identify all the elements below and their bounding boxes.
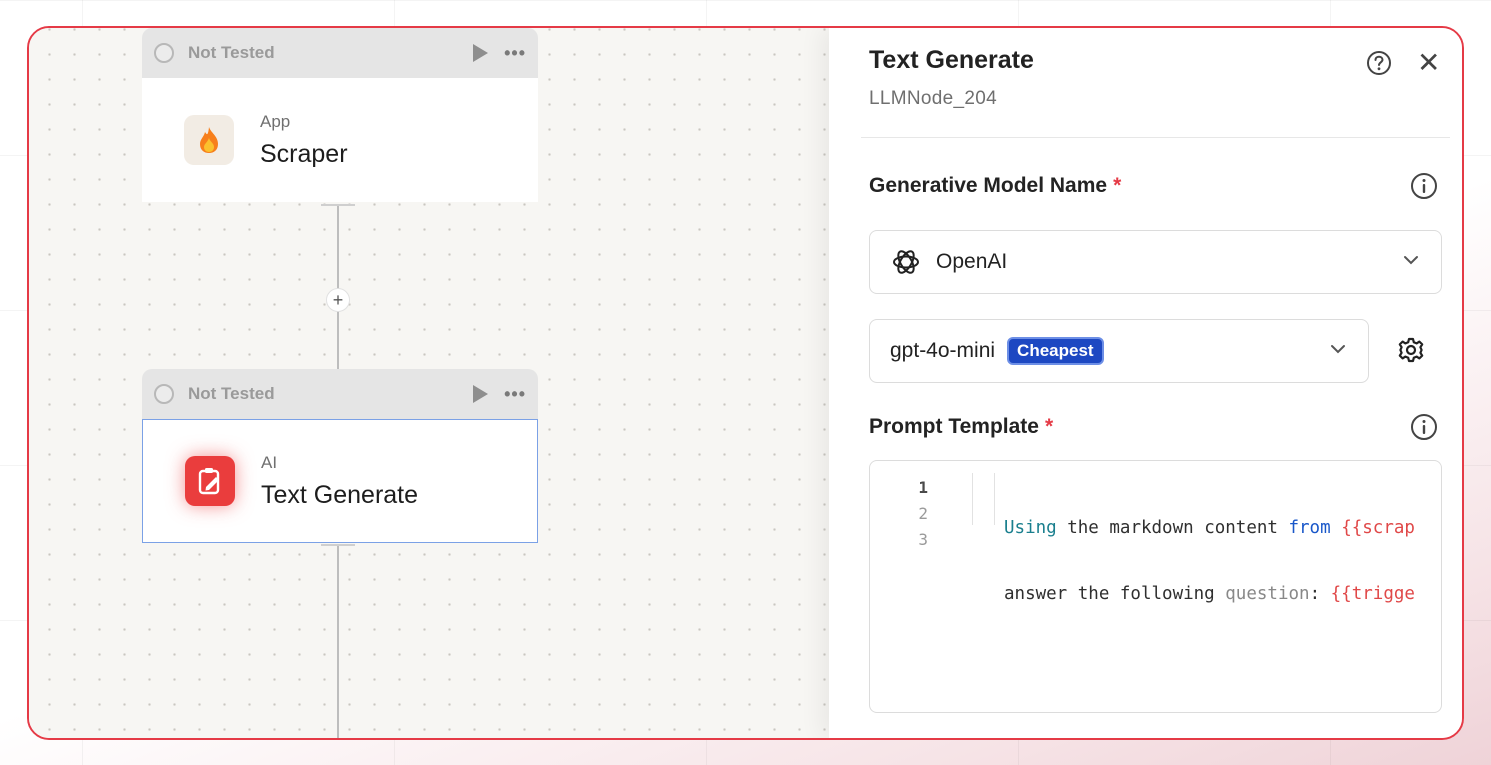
- code-token: from: [1288, 518, 1331, 538]
- add-step-button[interactable]: +: [326, 288, 350, 312]
- chevron-down-icon: [1401, 250, 1421, 275]
- close-icon[interactable]: ✕: [1417, 49, 1440, 77]
- node-kind: AI: [261, 452, 278, 472]
- more-options-icon[interactable]: •••: [504, 384, 526, 405]
- play-icon[interactable]: [473, 385, 489, 403]
- code-line: Using the markdown content from {{scrap: [1004, 515, 1415, 541]
- model-value: gpt-4o-mini: [890, 339, 996, 362]
- node-status: Not Tested: [188, 384, 275, 403]
- required-mark: *: [1044, 415, 1054, 438]
- code-token: the markdown content: [1056, 518, 1289, 538]
- model-name-label-text: Generative Model Name: [869, 174, 1108, 197]
- line-number: 2: [918, 504, 928, 523]
- openai-icon: [890, 246, 922, 278]
- prompt-template-label: Prompt Template *: [869, 415, 1053, 439]
- info-icon[interactable]: [1410, 413, 1438, 446]
- status-circle-icon[interactable]: [154, 43, 174, 63]
- cheapest-badge: Cheapest: [1007, 337, 1104, 365]
- line-number: 3: [918, 530, 928, 549]
- code-token: Using: [1004, 518, 1057, 538]
- connector-line: [337, 204, 339, 370]
- info-icon[interactable]: [1410, 172, 1438, 205]
- required-mark: *: [1113, 174, 1122, 197]
- workflow-editor: + Not Tested ••• App Scraper Not Tested …: [27, 26, 1464, 740]
- chevron-down-icon: [1328, 339, 1348, 364]
- play-icon[interactable]: [473, 44, 489, 62]
- more-options-icon[interactable]: •••: [504, 43, 526, 64]
- gutter-divider: [994, 473, 995, 525]
- line-number-gutter: 1 2 3: [870, 475, 970, 553]
- node-card-scraper[interactable]: App Scraper: [142, 78, 538, 202]
- status-circle-icon[interactable]: [154, 384, 174, 404]
- connector-tick: [321, 544, 355, 546]
- prompt-code[interactable]: Using the markdown content from {{scrap …: [1004, 475, 1415, 647]
- code-token: :: [1309, 584, 1331, 604]
- node-settings-panel: Text Generate LLMNode_204 ✕ Generative M…: [829, 28, 1462, 738]
- model-name-label: Generative Model Name *: [869, 174, 1121, 198]
- node-title: Scraper: [260, 139, 348, 168]
- divider: [861, 137, 1450, 138]
- line-number: 1: [918, 478, 928, 497]
- model-select[interactable]: gpt-4o-mini Cheapest: [869, 319, 1369, 383]
- node-header-text-generate: Not Tested •••: [142, 369, 538, 419]
- fire-icon: [184, 115, 234, 165]
- panel-title: Text Generate: [869, 46, 1034, 74]
- node-header-scraper: Not Tested •••: [142, 28, 538, 78]
- template-variable: {{trigge: [1330, 584, 1415, 604]
- code-token: question: [1225, 584, 1310, 604]
- template-variable: {{scrap: [1341, 518, 1415, 538]
- prompt-template-label-text: Prompt Template: [869, 415, 1039, 438]
- node-status: Not Tested: [188, 43, 275, 62]
- connector-tick: [321, 204, 355, 206]
- node-kind: App: [260, 111, 291, 131]
- connector-line: [337, 544, 339, 738]
- provider-select[interactable]: OpenAI: [869, 230, 1442, 294]
- prompt-code-editor[interactable]: 1 2 3 Using the markdown content from {{…: [869, 460, 1442, 713]
- pen-clipboard-icon: [185, 456, 235, 506]
- node-id: LLMNode_204: [869, 88, 997, 109]
- help-icon[interactable]: [1366, 50, 1392, 81]
- workflow-canvas[interactable]: + Not Tested ••• App Scraper Not Tested …: [29, 28, 829, 738]
- node-title: Text Generate: [261, 480, 419, 509]
- gutter-divider: [972, 473, 973, 525]
- node-card-text-generate[interactable]: AI Text Generate: [142, 419, 538, 543]
- code-token: answer the following: [1004, 584, 1226, 604]
- model-settings-gear-icon[interactable]: [1397, 336, 1425, 369]
- code-line: answer the following question: {{trigge: [1004, 581, 1415, 607]
- provider-value: OpenAI: [936, 250, 1008, 273]
